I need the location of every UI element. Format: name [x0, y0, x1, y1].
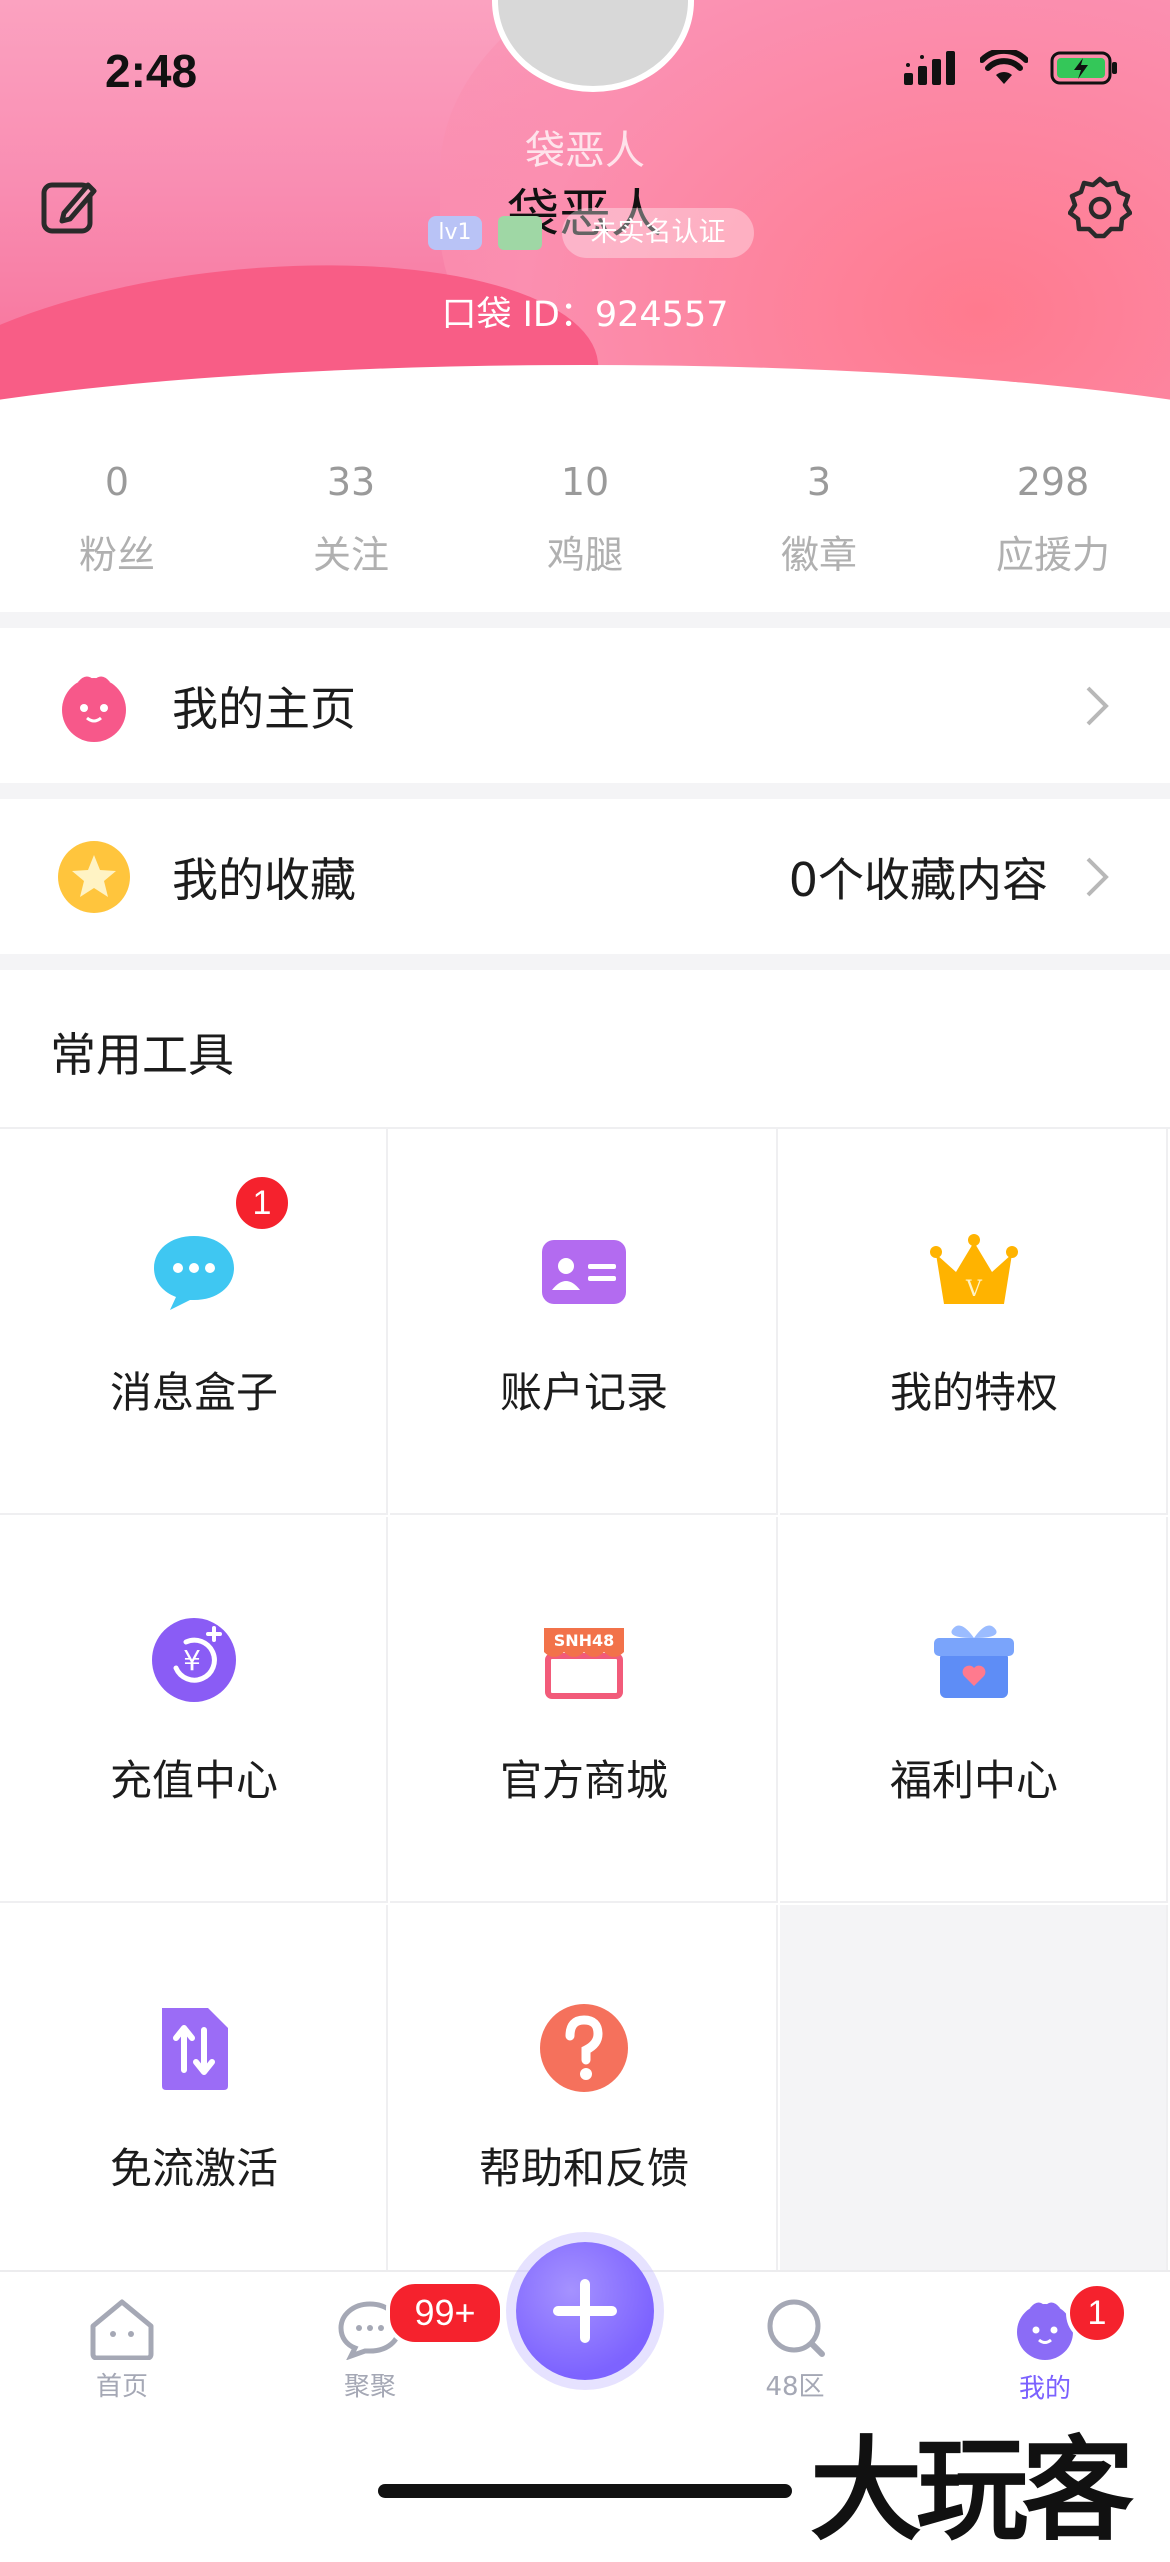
tool-label: 我的特权 [889, 1368, 1058, 1417]
shop-icon: SNH48 [544, 1628, 624, 1699]
row-label: 我的收藏 [172, 852, 356, 907]
stat-label: 关注 [312, 533, 389, 577]
section-divider [0, 612, 1170, 628]
tool-empty-cell [780, 1905, 1168, 2291]
plus-icon [553, 2279, 617, 2343]
tool-official-shop[interactable]: SNH48 官方商城 [390, 1517, 778, 1903]
search-icon [767, 2299, 825, 2357]
stat-label: 鸡腿 [546, 533, 623, 577]
stat-following[interactable]: 33 关注 [234, 460, 468, 600]
crown-icon: V [930, 1234, 1018, 1304]
pink-mascot-icon [62, 675, 126, 742]
battery-icon [1050, 51, 1117, 85]
tool-my-privileges[interactable]: V 我的特权 [780, 1129, 1168, 1515]
tool-label: 充值中心 [109, 1756, 278, 1805]
my-favorites-row[interactable]: 我的收藏 0个收藏内容 [0, 799, 1170, 954]
stat-number: 10 [560, 460, 610, 504]
stat-fans[interactable]: 0 粉丝 [0, 460, 234, 600]
status-time: 2:48 [105, 45, 198, 97]
stat-label: 应援力 [995, 533, 1110, 577]
yuan-coin-icon: ¥ [152, 1618, 236, 1702]
tool-recharge-center[interactable]: ¥ 充值中心 [0, 1517, 388, 1903]
nickname-faint: 袋恶人 [525, 128, 645, 174]
status-icons [904, 50, 1120, 86]
tab-home[interactable]: 首页 [52, 2296, 192, 2403]
section-divider [0, 954, 1170, 970]
section-divider [0, 783, 1170, 799]
gift-icon [934, 1625, 1014, 1698]
add-post-button[interactable] [516, 2242, 654, 2380]
signal-icon [904, 51, 955, 85]
tool-label: 帮助和反馈 [478, 2144, 689, 2193]
id-card-badge-icon [498, 216, 542, 250]
stat-label: 徽章 [780, 533, 857, 577]
tab-label: 聚聚 [343, 2372, 396, 2402]
stat-number: 298 [1016, 460, 1090, 504]
home-icon [90, 2299, 154, 2361]
svg-text:V: V [965, 1277, 983, 1302]
notification-badge: 1 [232, 1173, 292, 1233]
stat-support[interactable]: 298 应援力 [936, 460, 1170, 600]
wifi-icon [980, 50, 1028, 84]
stat-drumsticks[interactable]: 10 鸡腿 [468, 460, 702, 600]
tool-help-feedback[interactable]: 帮助和反馈 [390, 1905, 778, 2291]
watermark-logo: 大玩客 [810, 2426, 1134, 2556]
tool-account-records[interactable]: 账户记录 [390, 1129, 778, 1515]
star-icon [58, 840, 130, 913]
data-transfer-icon [162, 2008, 228, 2090]
chevron-right-icon [1086, 686, 1109, 726]
tool-label: 官方商城 [499, 1756, 668, 1805]
id-card-icon [542, 1240, 626, 1304]
tool-label: 账户记录 [499, 1368, 668, 1417]
tab-label: 首页 [95, 2372, 148, 2402]
stat-number: 0 [104, 460, 130, 504]
mine-badge: 1 [1066, 2282, 1128, 2344]
tool-message-box[interactable]: 1 消息盒子 [0, 1129, 388, 1515]
tool-free-data-activation[interactable]: 免流激活 [0, 1905, 388, 2291]
help-icon [540, 2004, 628, 2092]
stat-number: 3 [806, 460, 832, 504]
favorites-count: 0个收藏内容 [788, 852, 1048, 907]
chevron-right-icon [1086, 857, 1109, 897]
my-homepage-row[interactable]: 我的主页 [0, 628, 1170, 783]
stats-row: 0 粉丝 33 关注 10 鸡腿 3 徽章 298 应援力 [0, 460, 1170, 600]
shop-sign-text: SNH48 [554, 1631, 615, 1650]
tool-label: 消息盒子 [109, 1368, 278, 1417]
stat-label: 粉丝 [78, 533, 155, 577]
stat-badges[interactable]: 3 徽章 [702, 460, 936, 600]
pocket-id: 口袋 ID：924557 [441, 295, 729, 335]
chat-bubble-icon [154, 1236, 234, 1310]
verify-badge[interactable]: 未实名认证 [562, 208, 754, 258]
row-label: 我的主页 [172, 681, 356, 736]
stat-number: 33 [326, 460, 376, 504]
tools-grid: 1 消息盒子 账户记录 V 我的特权 ¥ 充值中心 SNH48 官方商城 福利中… [0, 1127, 1170, 2291]
tab-label: 48区 [765, 2372, 825, 2402]
tools-section-title: 常用工具 [50, 1028, 234, 1082]
tool-label: 免流激活 [109, 2144, 278, 2193]
tab-48zone[interactable]: 48区 [725, 2296, 865, 2403]
level-badge: lv1 [428, 216, 482, 250]
tool-label: 福利中心 [889, 1756, 1058, 1805]
tool-welfare-center[interactable]: 福利中心 [780, 1517, 1168, 1903]
home-indicator[interactable] [378, 2484, 792, 2498]
juju-badge: 99+ [386, 2280, 504, 2346]
svg-text:¥: ¥ [183, 1644, 201, 1677]
